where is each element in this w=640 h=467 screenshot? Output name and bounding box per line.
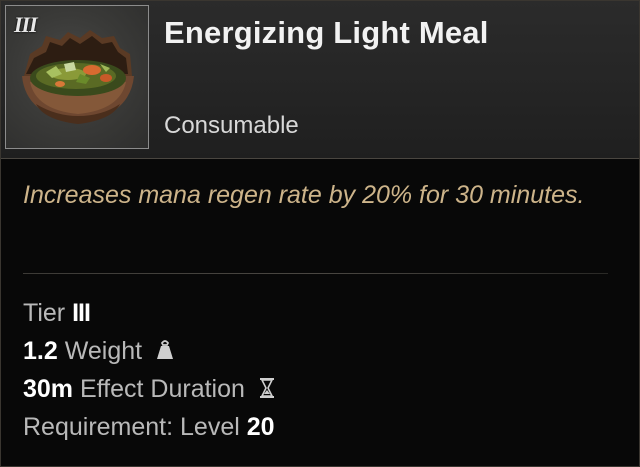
tooltip-header: III Energizing Light Meal Consumable [1, 1, 639, 159]
item-description: Increases mana regen rate by 20% for 30 … [23, 181, 585, 209]
stat-weight: 1.2 Weight [23, 332, 276, 370]
weight-label: Weight [64, 337, 143, 365]
stat-requirement: Requirement: Level 20 [23, 408, 276, 446]
duration-label: Effect Duration [80, 375, 245, 403]
requirement-label: Requirement: Level [23, 413, 240, 441]
item-tooltip: III Energizing Light Meal Consumable Inc… [0, 0, 640, 467]
weight-icon [157, 340, 174, 360]
stat-duration: 30m Effect Duration [23, 370, 276, 408]
stats-list: Tier III 1.2 Weight 30m Effect Duration … [23, 294, 276, 446]
tier-value: III [72, 299, 91, 327]
requirement-value: 20 [246, 413, 275, 441]
item-type: Consumable [164, 112, 299, 139]
weight-value: 1.2 [23, 337, 58, 365]
tier-label: Tier [23, 299, 66, 327]
duration-value: 30m [23, 375, 74, 403]
food-bowl-icon [22, 30, 134, 124]
item-name: Energizing Light Meal [164, 15, 489, 50]
divider [23, 273, 608, 274]
item-icon-frame[interactable]: III [5, 5, 149, 149]
hourglass-icon [259, 378, 274, 399]
tier-badge: III [14, 12, 38, 37]
stat-tier: Tier III [23, 294, 276, 332]
